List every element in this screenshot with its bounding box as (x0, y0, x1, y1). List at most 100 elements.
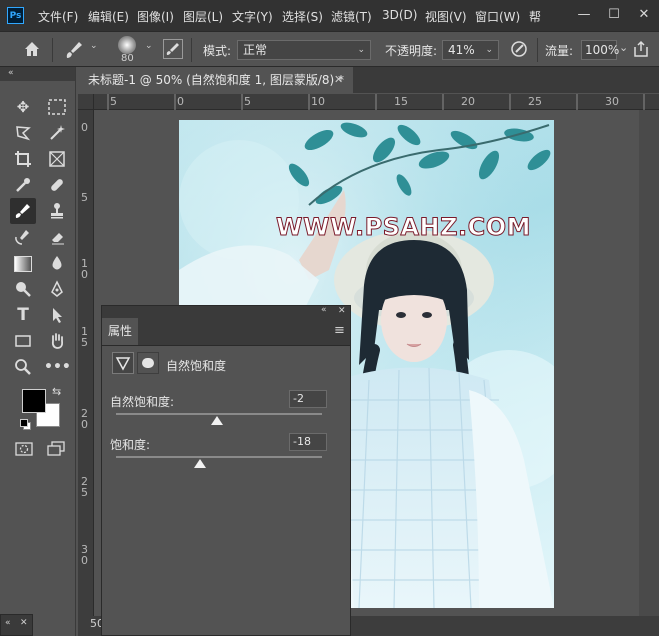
move-tool-icon[interactable]: ✥ (10, 94, 36, 120)
menu-window[interactable]: 窗口(W) (475, 8, 520, 25)
opacity-label: 不透明度: (385, 44, 438, 58)
vibrance-value: -2 (293, 392, 304, 405)
crop-tool-icon[interactable] (10, 146, 36, 172)
eyedropper-tool-icon[interactable] (10, 172, 36, 198)
more-tools-icon[interactable]: ••• (44, 354, 71, 380)
chevron-down-icon: ⌄ (357, 45, 365, 55)
rectangle-tool-icon[interactable] (10, 328, 36, 354)
ruler-label: 20 (461, 95, 475, 108)
tools-panel: « ✥ T ••• ⇆ (0, 67, 76, 636)
vertical-scrollbar[interactable] (639, 110, 659, 616)
properties-collapse-button[interactable]: « (321, 305, 327, 315)
toolbar-collapse-button[interactable]: « (0, 67, 75, 81)
frame-tool-icon[interactable] (44, 146, 70, 172)
marquee-tool-icon[interactable] (44, 94, 70, 120)
ruler-label: 30 (605, 95, 619, 108)
pen-tool-icon[interactable] (44, 276, 70, 302)
menu-3d[interactable]: 3D(D) (382, 8, 417, 22)
vibrance-input[interactable]: -2 (289, 390, 327, 408)
brush-preset-icon[interactable] (63, 39, 85, 61)
brush-size-value: 80 (121, 53, 134, 64)
ruler-label: 15 (394, 95, 408, 108)
foreground-color-swatch[interactable] (22, 389, 46, 413)
menu-edit[interactable]: 编辑(E) (88, 8, 129, 25)
ruler-label: 2 5 (81, 475, 88, 499)
brush-tip-icon[interactable] (118, 36, 136, 54)
mini-panel-close-icon[interactable]: ✕ (20, 618, 28, 628)
saturation-slider-track[interactable] (116, 456, 322, 458)
menu-type[interactable]: 文字(Y) (232, 8, 273, 25)
path-selection-tool-icon[interactable] (44, 302, 70, 328)
close-document-icon[interactable]: ✕ (334, 67, 343, 93)
tab-properties[interactable]: 属性 (102, 318, 138, 345)
properties-tab-bar: 属性 ≡ (102, 318, 350, 346)
default-colors-icon[interactable] (20, 419, 31, 430)
ruler-label: 3 0 (81, 543, 88, 567)
close-window-button[interactable]: ✕ (629, 0, 659, 31)
gradient-tool-icon[interactable] (10, 250, 36, 276)
share-icon[interactable] (631, 39, 651, 59)
properties-close-icon[interactable]: ✕ (338, 306, 346, 316)
ruler-label: 1 0 (81, 257, 88, 281)
type-tool-icon[interactable]: T (10, 302, 36, 328)
properties-panel-header[interactable]: « ✕ (102, 305, 350, 318)
properties-panel: « ✕ 属性 ≡ 自然饱和度 自然饱和度: -2 饱和度: -18 (101, 305, 351, 636)
menu-file[interactable]: 文件(F) (38, 8, 78, 25)
blur-tool-icon[interactable] (44, 250, 70, 276)
menu-layer[interactable]: 图层(L) (183, 8, 223, 25)
flow-label: 流量: (545, 44, 574, 58)
menu-select[interactable]: 选择(S) (282, 8, 323, 25)
saturation-value: -18 (293, 435, 311, 448)
panel-menu-icon[interactable]: ≡ (334, 323, 345, 338)
saturation-label: 饱和度: (110, 438, 151, 452)
document-tab-bar: 未标题-1 @ 50% (自然饱和度 1, 图层蒙版/8) * ✕ (78, 67, 659, 93)
stamp-tool-icon[interactable] (44, 198, 70, 224)
flow-input[interactable]: 100% (581, 40, 620, 60)
saturation-slider-thumb[interactable] (194, 459, 207, 468)
flow-value: 100% (585, 43, 620, 57)
document-tab[interactable]: 未标题-1 @ 50% (自然饱和度 1, 图层蒙版/8) * (78, 67, 353, 93)
flow-slider-icon[interactable]: ⌄ (619, 41, 628, 54)
dodge-tool-icon[interactable] (10, 276, 36, 302)
screen-mode-icon[interactable] (46, 441, 66, 457)
opacity-input[interactable]: 41% ⌄ (442, 40, 499, 60)
quick-mask-icon[interactable] (14, 441, 34, 457)
menu-help[interactable]: 帮 (529, 8, 541, 25)
adjustment-title: 自然饱和度 (166, 359, 227, 373)
menu-view[interactable]: 视图(V) (425, 8, 467, 25)
saturation-input[interactable]: -18 (289, 433, 327, 451)
ruler-label: 5 (81, 191, 88, 204)
menu-image[interactable]: 图像(I) (137, 8, 174, 25)
horizontal-ruler[interactable]: 5 0 5 10 15 20 25 30 (94, 94, 659, 110)
home-icon[interactable] (22, 39, 42, 59)
minimize-button[interactable]: — (569, 0, 599, 31)
ruler-label: 1 5 (81, 325, 88, 349)
healing-brush-tool-icon[interactable] (44, 172, 70, 198)
history-brush-tool-icon[interactable] (10, 224, 36, 250)
swap-colors-icon[interactable]: ⇆ (52, 385, 61, 398)
vibrance-adjustment-icon[interactable] (112, 352, 134, 374)
mini-panel-collapse-button[interactable]: « (5, 618, 11, 628)
vertical-ruler[interactable]: 0 5 1 0 1 5 2 0 2 5 3 0 (78, 110, 94, 616)
zoom-tool-icon[interactable] (10, 354, 36, 380)
chevron-down-icon[interactable]: ⌄ (90, 41, 98, 51)
ruler-origin[interactable] (78, 94, 94, 110)
photoshop-logo: Ps (7, 7, 24, 24)
mode-label: 模式: (203, 44, 232, 58)
maximize-button[interactable]: ☐ (599, 0, 629, 31)
menu-bar: Ps 文件(F) 编辑(E) 图像(I) 图层(L) 文字(Y) 选择(S) 滤… (0, 0, 659, 31)
brush-panel-icon[interactable] (163, 39, 183, 59)
vibrance-slider-thumb[interactable] (210, 416, 223, 425)
hand-tool-icon[interactable] (44, 328, 70, 354)
blend-mode-select[interactable]: 正常 ⌄ (237, 40, 371, 60)
menu-filter[interactable]: 滤镜(T) (331, 8, 372, 25)
chevron-down-icon[interactable]: ⌄ (145, 41, 153, 51)
pressure-opacity-icon[interactable] (509, 39, 529, 59)
options-bar: ⌄ 80 ⌄ 模式: 正常 ⌄ 不透明度: 41% ⌄ 流量: 100% ⌄ (0, 31, 659, 67)
lasso-tool-icon[interactable] (10, 120, 36, 146)
vibrance-slider-track[interactable] (116, 413, 322, 415)
brush-tool-icon[interactable] (10, 198, 36, 224)
eraser-tool-icon[interactable] (44, 224, 70, 250)
magic-wand-tool-icon[interactable] (44, 120, 70, 146)
layer-mask-icon[interactable] (137, 352, 159, 374)
